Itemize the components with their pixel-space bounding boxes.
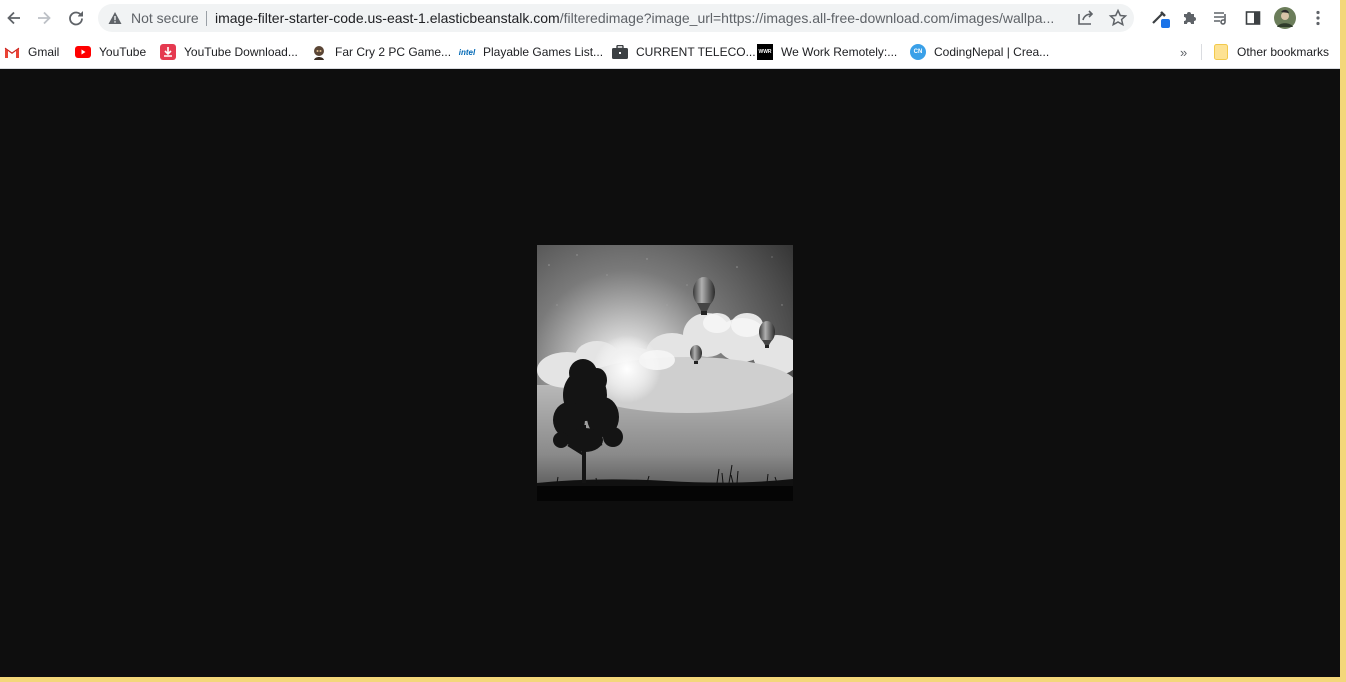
- eyedropper-button[interactable]: [1146, 4, 1174, 32]
- bookmark-label: YouTube Download...: [184, 45, 298, 59]
- bookmarks-bar: Gmail YouTube YouTube Download... Far Cr…: [0, 36, 1340, 69]
- url-path: /filteredimage?image_url=https://images.…: [559, 10, 1055, 26]
- avatar: [1274, 7, 1296, 29]
- url-host: image-filter-starter-code.us-east-1.elas…: [215, 10, 560, 26]
- download-icon: [160, 44, 176, 60]
- reading-list-icon: [1214, 12, 1226, 25]
- side-panel-button[interactable]: [1239, 4, 1267, 32]
- bookmark-youtube-download[interactable]: YouTube Download...: [160, 41, 298, 63]
- bookmark-label: Playable Games List...: [483, 45, 604, 59]
- bookmark-label: We Work Remotely:...: [781, 45, 898, 59]
- url-text[interactable]: image-filter-starter-code.us-east-1.elas…: [215, 10, 1067, 26]
- wwr-icon: WWR: [757, 44, 773, 60]
- side-panel-icon: [1245, 11, 1261, 25]
- bookmarks-overflow-button[interactable]: »: [1180, 45, 1187, 60]
- other-bookmarks-folder[interactable]: Other bookmarks: [1213, 41, 1329, 63]
- browser-window: Not secure image-filter-starter-code.us-…: [0, 0, 1340, 677]
- reading-list-button[interactable]: [1207, 4, 1235, 32]
- youtube-icon: [75, 44, 91, 60]
- share-icon[interactable]: [1075, 8, 1097, 28]
- eyedropper-icon: [1152, 11, 1170, 28]
- bookmark-playable-games[interactable]: intel Playable Games List...: [459, 41, 603, 63]
- profile-button[interactable]: [1271, 4, 1299, 32]
- warning-triangle-icon[interactable]: [108, 11, 122, 25]
- bookmark-far-cry[interactable]: Far Cry 2 PC Game...: [311, 41, 451, 63]
- bookmark-current-teleco[interactable]: CURRENT TELECO...: [612, 41, 756, 63]
- arrow-left-icon: [7, 11, 20, 25]
- bookmark-youtube[interactable]: YouTube: [75, 41, 146, 63]
- bookmark-label: Other bookmarks: [1237, 45, 1330, 59]
- folder-icon: [1213, 44, 1229, 60]
- reload-icon: [69, 11, 83, 26]
- arrow-right-icon: [38, 11, 51, 25]
- reload-button[interactable]: [62, 4, 90, 32]
- bookmark-we-work-remotely[interactable]: WWR We Work Remotely:...: [757, 41, 897, 63]
- game-icon: [311, 44, 327, 60]
- bookmarks-divider: [1201, 44, 1202, 60]
- puzzle-icon: [1184, 12, 1196, 24]
- bookmark-gmail[interactable]: Gmail: [4, 41, 59, 63]
- extensions-button[interactable]: [1176, 4, 1204, 32]
- briefcase-icon: [612, 44, 628, 60]
- page-viewport: [0, 69, 1340, 677]
- omnibox-divider: [206, 11, 207, 26]
- bookmark-label: Far Cry 2 PC Game...: [335, 45, 452, 59]
- filtered-grayscale-image[interactable]: [537, 245, 793, 501]
- back-button[interactable]: [0, 4, 28, 32]
- star-icon[interactable]: [1107, 8, 1129, 28]
- bookmark-label: CURRENT TELECO...: [636, 45, 756, 59]
- menu-button[interactable]: [1304, 4, 1332, 32]
- codingnepal-icon: CN: [910, 44, 926, 60]
- bookmark-label: Gmail: [28, 45, 60, 59]
- address-bar[interactable]: Not secure image-filter-starter-code.us-…: [98, 4, 1134, 32]
- gmail-icon: [4, 44, 20, 60]
- browser-toolbar: Not secure image-filter-starter-code.us-…: [0, 0, 1340, 36]
- forward-button[interactable]: [30, 4, 58, 32]
- security-label[interactable]: Not secure: [131, 10, 199, 26]
- kebab-menu-icon: [1316, 10, 1320, 26]
- intel-icon: intel: [458, 47, 476, 57]
- bookmark-codingnepal[interactable]: CN CodingNepal | Crea...: [910, 41, 1049, 63]
- bookmark-label: YouTube: [99, 45, 147, 59]
- bookmark-label: CodingNepal | Crea...: [934, 45, 1050, 59]
